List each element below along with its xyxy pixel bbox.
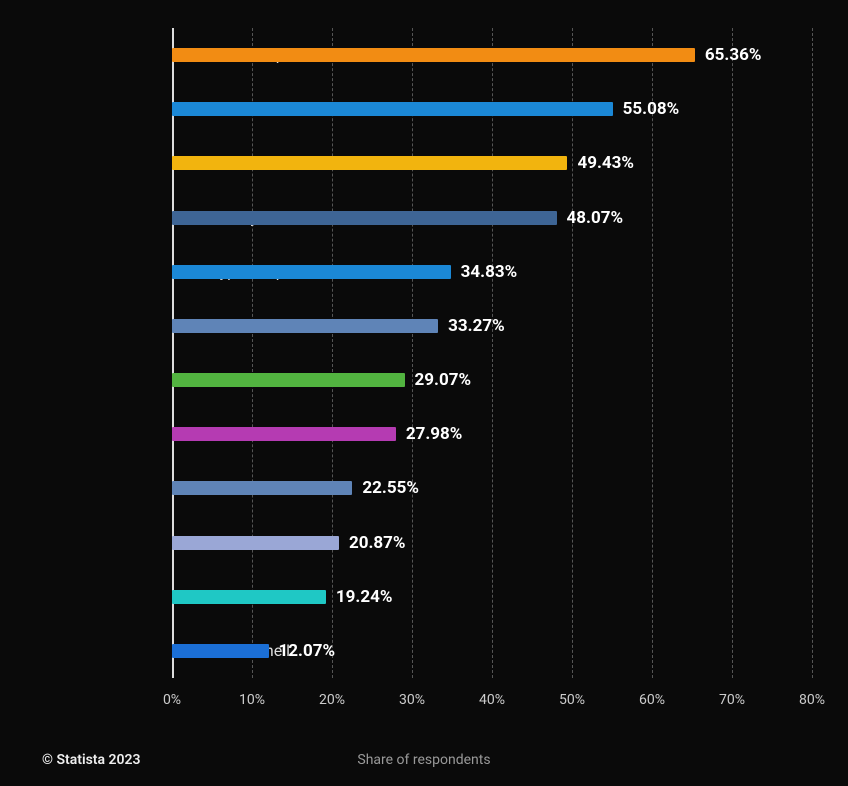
bar: [172, 156, 567, 170]
bar: [172, 536, 339, 550]
x-tick-label: 50%: [559, 692, 585, 708]
x-tick-label: 20%: [319, 692, 345, 708]
bar-row: Java33.27%: [172, 299, 812, 353]
value-label: 22.55%: [362, 478, 419, 498]
bar-row: C19.24%: [172, 570, 812, 624]
x-tick-label: 60%: [639, 692, 665, 708]
value-label: 19.24%: [336, 587, 393, 607]
value-label: 12.07%: [279, 641, 336, 661]
bar-row: PHP20.87%: [172, 516, 812, 570]
value-label: 65.36%: [705, 45, 762, 65]
bar-row: C#27.98%: [172, 407, 812, 461]
plot-area: 0%10%20%30%40%50%60%70%80%JaveScript65.3…: [172, 20, 812, 700]
x-tick-label: 30%: [399, 692, 425, 708]
bar-row: SQL49.43%: [172, 136, 812, 190]
plot-inner: 0%10%20%30%40%50%60%70%80%JaveScript65.3…: [172, 28, 812, 678]
x-tick-label: 40%: [479, 692, 505, 708]
x-tick-label: 0%: [163, 692, 181, 708]
bar: [172, 427, 396, 441]
value-label: 55.08%: [623, 99, 680, 119]
bar: [172, 265, 451, 279]
bar: [172, 319, 438, 333]
bar: [172, 211, 557, 225]
gridline: [812, 28, 813, 678]
bar: [172, 481, 352, 495]
value-label: 49.43%: [577, 153, 634, 173]
x-tick-label: 70%: [719, 692, 745, 708]
bar: [172, 373, 405, 387]
x-tick-label: 80%: [799, 692, 825, 708]
bar-row: Type Script34.83%: [172, 245, 812, 299]
chart-container: 0% 10% 20% 30% 40% 50% 60% 70% 80% JaveScript65.3…: [42, 20, 822, 740]
bar-row: HTML/CSS55.08%: [172, 82, 812, 136]
bar-row: Bash/Shell29.07%: [172, 353, 812, 407]
chart-footer: © Statista 2023 Share of respondents: [42, 744, 806, 768]
value-label: 33.27%: [448, 316, 505, 336]
x-axis-label: Share of respondents: [42, 752, 806, 768]
x-tick-label: 10%: [239, 692, 265, 708]
value-label: 34.83%: [461, 262, 518, 282]
value-label: 29.07%: [415, 370, 472, 390]
bar-row: C++22.55%: [172, 461, 812, 515]
value-label: 20.87%: [349, 533, 406, 553]
bar: [172, 48, 695, 62]
value-label: 27.98%: [406, 424, 463, 444]
bar-row: PowerShell12.07%: [172, 624, 812, 678]
value-label: 48.07%: [567, 208, 624, 228]
bar-row: JaveScript65.36%: [172, 28, 812, 82]
bar: [172, 102, 613, 116]
bar: [172, 590, 326, 604]
bar-row: Python48.07%: [172, 191, 812, 245]
bar: [172, 644, 269, 658]
